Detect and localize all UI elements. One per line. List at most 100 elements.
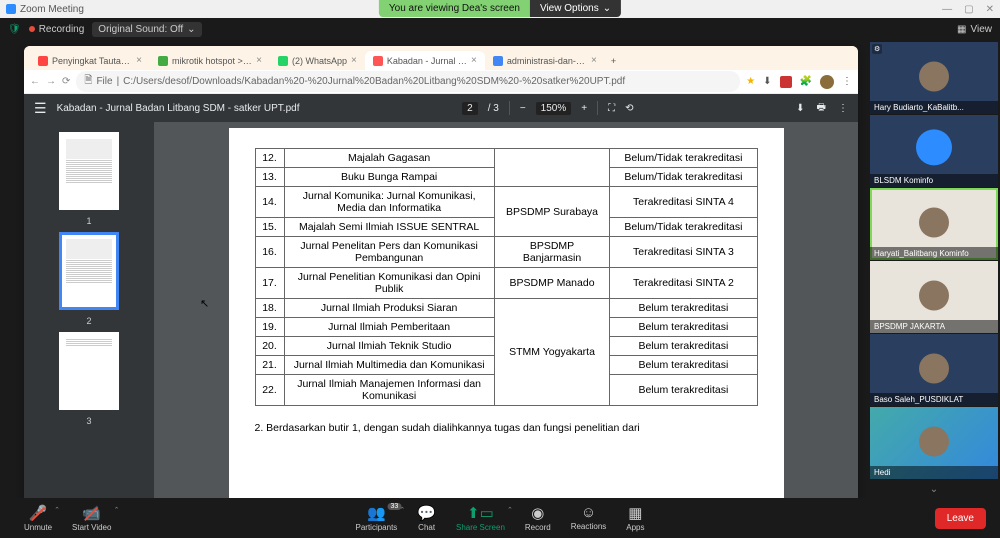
apps-button[interactable]: ▦ Apps xyxy=(616,504,654,532)
row-number: 14. xyxy=(255,187,284,218)
view-menu[interactable]: ▦ View xyxy=(957,24,992,35)
pdf-thumbnail[interactable] xyxy=(59,332,119,410)
status-cell: Belum terakreditasi xyxy=(610,356,757,375)
pdf-sidebar-toggle-icon[interactable]: ☰ xyxy=(34,100,47,117)
original-sound-toggle[interactable]: Original Sound: Off ⌄ xyxy=(92,22,201,37)
recording-indicator[interactable]: Recording xyxy=(29,24,85,35)
thumbnail-number: 1 xyxy=(86,216,91,226)
reactions-button[interactable]: ☺ Reactions xyxy=(561,504,617,532)
tab-label: Penyingkat Tautan Kominfo xyxy=(52,56,132,66)
rotate-icon[interactable]: ⟲ xyxy=(625,103,633,114)
favicon-icon xyxy=(278,56,288,66)
browser-window: Penyingkat Tautan Kominfo×mikrotik hotsp… xyxy=(24,46,858,498)
profile-avatar-icon[interactable] xyxy=(820,75,834,89)
original-sound-label: Original Sound: Off xyxy=(98,24,183,35)
tab-close-icon[interactable]: × xyxy=(591,55,597,66)
participant-avatar-icon xyxy=(919,427,949,457)
nav-forward-icon[interactable]: → xyxy=(46,76,56,87)
chevron-up-icon[interactable]: ⌃ xyxy=(507,506,513,514)
zoom-logo-icon xyxy=(6,4,16,14)
share-screen-button[interactable]: ⬆▭ ⌃ Share Screen xyxy=(446,504,515,532)
pdf-print-icon[interactable]: 🖶 xyxy=(817,100,826,117)
download-icon[interactable]: ⬇ xyxy=(763,76,771,87)
browser-tab[interactable]: administrasi-dan-teknis - Googl × xyxy=(485,51,605,70)
minimize-icon[interactable]: — xyxy=(942,4,952,15)
star-icon[interactable]: ★ xyxy=(746,76,755,87)
document-paragraph: 2. Berdasarkan butir 1, dengan sudah dia… xyxy=(255,422,758,434)
tab-label: administrasi-dan-teknis - Googl xyxy=(507,56,587,66)
document-table: 12.Majalah GagasanBelum/Tidak terakredit… xyxy=(255,148,758,406)
participants-button[interactable]: 👥 33 ⌃ Participants xyxy=(345,504,407,532)
apps-icon: ▦ xyxy=(628,504,642,522)
participant-tile[interactable]: Haryati_Balitbang Kominfo xyxy=(870,188,998,260)
zoom-out-icon[interactable]: − xyxy=(520,103,526,114)
unmute-button[interactable]: 🎤 ⌃ Unmute xyxy=(14,504,62,532)
url-field[interactable]: 🗎 File | C:/Users/desof/Downloads/Kabada… xyxy=(76,71,740,92)
browser-tab[interactable]: Penyingkat Tautan Kominfo × xyxy=(30,51,150,70)
browser-tab[interactable]: Kabadan - Jurnal Badan Litbang× xyxy=(365,51,485,70)
chevron-up-icon[interactable]: ⌃ xyxy=(114,506,120,514)
unmute-label: Unmute xyxy=(24,523,52,532)
zoom-in-icon[interactable]: + xyxy=(581,103,587,114)
pdf-zoom-value[interactable]: 150% xyxy=(536,102,572,115)
nav-back-icon[interactable]: ← xyxy=(30,76,40,87)
start-video-button[interactable]: 📹 ⌃ Start Video xyxy=(62,504,121,532)
chat-button[interactable]: 💬 Chat xyxy=(407,504,446,532)
row-number: 22. xyxy=(255,375,284,406)
new-tab-button[interactable]: + xyxy=(605,52,622,70)
favicon-icon xyxy=(158,56,168,66)
url-text: C:/Users/desof/Downloads/Kabadan%20-%20J… xyxy=(123,76,625,87)
pdf-body: 123 ↖ 12.Majalah GagasanBelum/Tidak tera… xyxy=(24,122,858,498)
browser-tab[interactable]: mikrotik hotspot > redirect× xyxy=(150,51,270,70)
fit-page-icon[interactable]: ⛶ xyxy=(608,103,615,114)
status-cell: Belum terakreditasi xyxy=(610,318,757,337)
menu-icon[interactable]: ⋮ xyxy=(842,76,852,87)
shared-screen-area: Penyingkat Tautan Kominfo×mikrotik hotsp… xyxy=(0,40,868,498)
browser-tab[interactable]: (2) WhatsApp× xyxy=(270,51,365,70)
pdf-download-icon[interactable]: ⬇ xyxy=(796,103,804,114)
extension-icon[interactable]: 🧩 xyxy=(800,76,812,87)
close-icon[interactable]: ✕ xyxy=(986,4,994,15)
table-row: 16.Jurnal Penelitan Pers dan Komunikasi … xyxy=(255,237,757,268)
record-button[interactable]: ◉ Record xyxy=(515,504,561,532)
view-options-button[interactable]: View Options ⌄ xyxy=(530,0,621,17)
tab-close-icon[interactable]: × xyxy=(351,55,357,66)
tab-close-icon[interactable]: × xyxy=(471,55,477,66)
participants-expand-icon[interactable]: ⌄ xyxy=(870,480,998,498)
participant-tile[interactable]: ⚙Hary Budiarto_KaBalitb... xyxy=(870,42,998,114)
participant-tile[interactable]: BLSDM Kominfo xyxy=(870,115,998,187)
sharing-message: You are viewing Dea's screen xyxy=(379,0,530,17)
institution-cell: BPSDMP Banjarmasin xyxy=(494,237,610,268)
favicon-icon xyxy=(38,56,48,66)
journal-name: Jurnal Ilmiah Pemberitaan xyxy=(284,318,494,337)
participant-tile[interactable]: Hedi xyxy=(870,407,998,479)
pdf-thumbnail[interactable] xyxy=(59,132,119,210)
people-icon: 👥 xyxy=(367,504,386,522)
table-row: 12.Majalah GagasanBelum/Tidak terakredit… xyxy=(255,149,757,168)
status-cell: Belum terakreditasi xyxy=(610,337,757,356)
journal-name: Jurnal Ilmiah Teknik Studio xyxy=(284,337,494,356)
leave-button[interactable]: Leave xyxy=(935,508,986,529)
tab-close-icon[interactable]: × xyxy=(136,55,142,66)
shield-ext-icon[interactable] xyxy=(780,76,792,88)
participant-tile[interactable]: Baso Saleh_PUSDIKLAT xyxy=(870,334,998,406)
status-cell: Belum/Tidak terakreditasi xyxy=(610,149,757,168)
zoom-control-bar: 🎤 ⌃ Unmute 📹 ⌃ Start Video 👥 33 ⌃ Partic… xyxy=(0,498,1000,538)
participants-strip: ⚙Hary Budiarto_KaBalitb...BLSDM KominfoH… xyxy=(868,40,1000,498)
institution-cell: BPSDMP Manado xyxy=(494,268,610,299)
maximize-icon[interactable]: ▢ xyxy=(964,4,973,15)
journal-name: Majalah Gagasan xyxy=(284,149,494,168)
encryption-icon[interactable]: 🛡 xyxy=(8,24,21,35)
pdf-page-area[interactable]: ↖ 12.Majalah GagasanBelum/Tidak terakred… xyxy=(154,122,858,498)
journal-name: Jurnal Komunika: Jurnal Komunikasi, Medi… xyxy=(284,187,494,218)
pdf-page-input[interactable]: 2 xyxy=(462,102,478,115)
chevron-up-icon[interactable]: ⌃ xyxy=(54,506,60,514)
participant-tile[interactable]: BPSDMP JAKARTA xyxy=(870,261,998,333)
status-cell: Terakreditasi SINTA 2 xyxy=(610,268,757,299)
status-cell: Belum/Tidak terakreditasi xyxy=(610,168,757,187)
nav-reload-icon[interactable]: ⟳ xyxy=(62,76,70,87)
tab-close-icon[interactable]: × xyxy=(256,55,262,66)
chevron-up-icon[interactable]: ⌃ xyxy=(399,506,405,514)
pdf-thumbnail[interactable] xyxy=(59,232,119,310)
pdf-more-icon[interactable]: ⋮ xyxy=(838,103,848,114)
